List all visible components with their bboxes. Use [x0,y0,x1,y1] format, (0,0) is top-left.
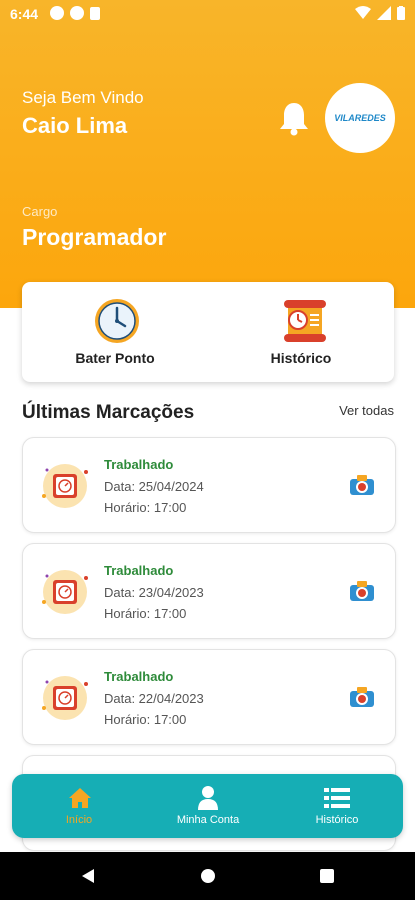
record-status: Trabalhado [104,457,174,472]
record-status: Trabalhado [104,669,174,684]
record-card[interactable]: Trabalhado Data: 23/04/2023 Horário: 17:… [22,543,396,639]
home-icon [69,788,91,808]
scroll-icon [284,300,326,342]
system-status-icons [355,6,405,20]
nav-label-minha-conta: Minha Conta [176,814,240,826]
status-bar: 6:44 [0,0,415,28]
company-logo: VILAREDES [325,83,395,153]
camera-icon[interactable] [349,474,375,496]
app-notification-icon [50,6,64,20]
status-time: 6:44 [10,6,39,22]
battery-icon [397,6,405,20]
header-banner: 6:44 Seja Bem Vindo Caio Lima VILAREDES … [0,0,415,308]
user-name: Caio Lima [22,113,128,138]
cargo-value: Programador [22,224,167,250]
bottom-navigation: Início Minha Conta Histórico [12,774,403,838]
cargo-label: Cargo [22,204,58,219]
record-card[interactable]: Trabalhado Data: 22/04/2023 Horário: 17:… [22,649,396,745]
camera-icon[interactable] [349,580,375,602]
list-icon [324,788,350,808]
camera-icon[interactable] [349,686,375,708]
user-icon [198,786,218,810]
record-time: Horário: 17:00 [104,606,187,621]
clock-icon [95,299,139,343]
nav-label-inicio: Início [65,814,93,826]
historico-button[interactable]: Histórico [208,282,394,382]
quick-actions-card: Bater Ponto Histórico [22,282,394,382]
bater-ponto-label: Bater Ponto [75,350,155,366]
nav-label-historico: Histórico [315,814,359,826]
sd-card-icon [90,7,100,20]
time-record-icon [42,570,88,614]
company-logo-text: VILAREDES [334,113,386,123]
record-time: Horário: 17:00 [104,712,187,727]
section-title: Últimas Marcações [22,402,195,423]
record-date: Data: 23/04/2023 [104,585,204,600]
notification-icons [50,6,100,20]
nav-item-inicio[interactable]: Início [14,774,144,838]
bell-icon[interactable] [278,100,310,136]
wifi-icon [355,6,371,19]
record-date: Data: 25/04/2024 [104,479,204,494]
bater-ponto-button[interactable]: Bater Ponto [22,282,208,382]
nav-item-historico[interactable]: Histórico [272,774,402,838]
nav-item-minha-conta[interactable]: Minha Conta [143,774,273,838]
historico-label: Histórico [270,350,332,366]
welcome-text: Seja Bem Vindo [22,88,144,107]
record-card[interactable]: Trabalhado Data: 25/04/2024 Horário: 17:… [22,437,396,533]
see-all-link[interactable]: Ver todas [339,403,394,418]
system-navigation-bar [0,852,415,900]
home-circle-icon[interactable] [200,868,216,884]
time-record-icon [42,676,88,720]
record-time: Horário: 17:00 [104,500,187,515]
back-icon[interactable] [80,868,96,884]
record-date: Data: 22/04/2023 [104,691,204,706]
app-notification-icon [70,6,84,20]
signal-icon [377,6,391,20]
recents-icon[interactable] [320,869,334,883]
record-status: Trabalhado [104,563,174,578]
time-record-icon [42,464,88,508]
